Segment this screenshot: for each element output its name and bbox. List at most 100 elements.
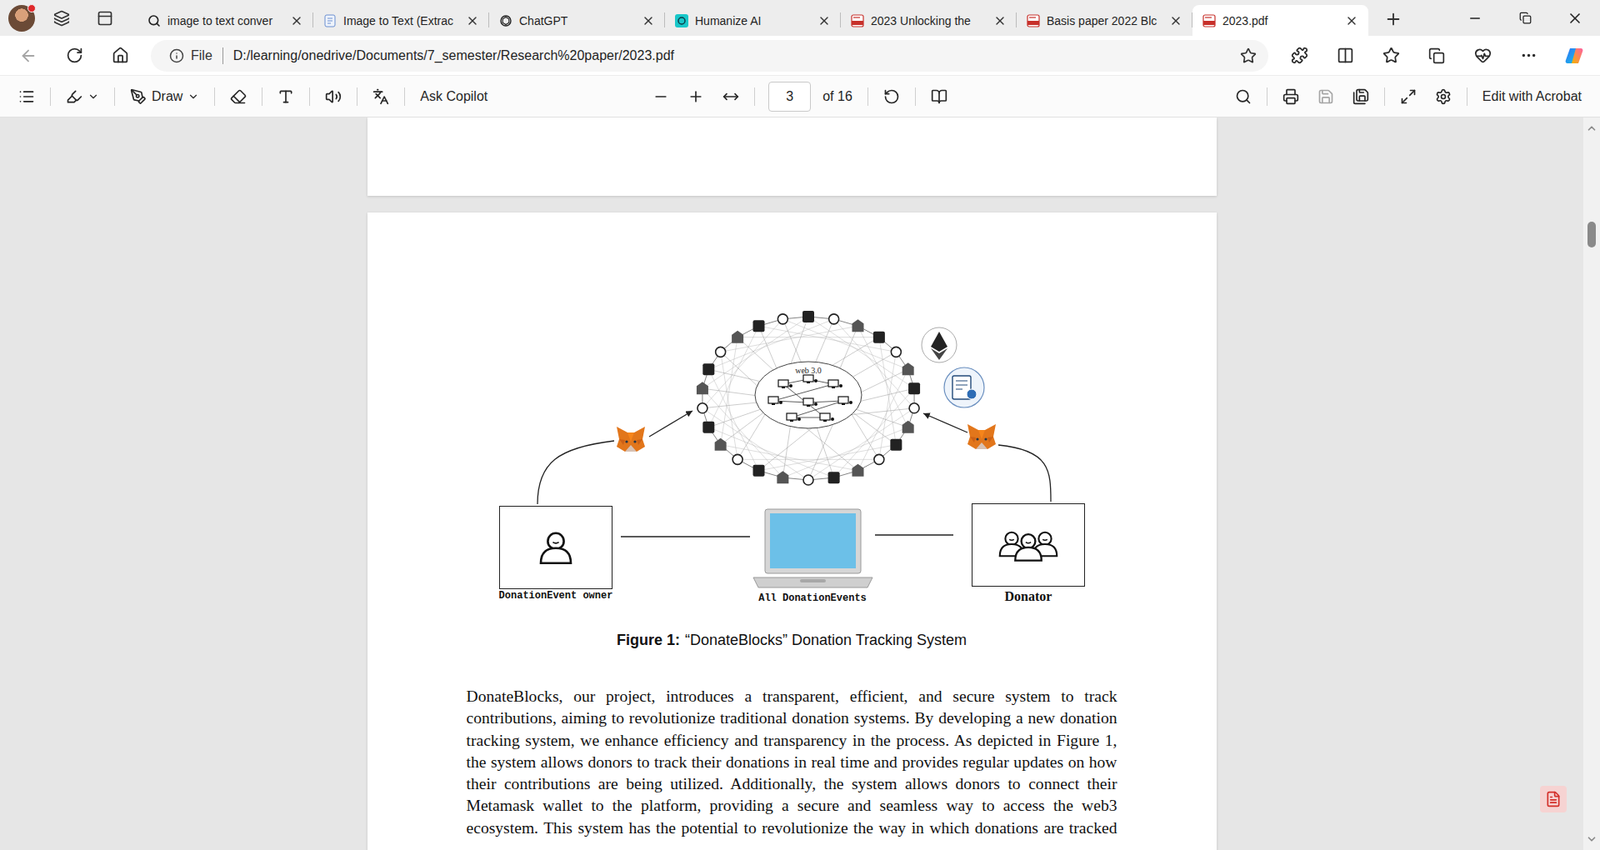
home-button[interactable] bbox=[103, 40, 137, 71]
profile-avatar[interactable] bbox=[8, 5, 35, 32]
zoom-in-button[interactable] bbox=[680, 82, 711, 111]
pdf-page-previous bbox=[367, 117, 1217, 196]
ask-copilot-button[interactable]: Ask Copilot bbox=[413, 82, 495, 111]
info-icon bbox=[169, 48, 185, 64]
favorite-star-icon[interactable] bbox=[1240, 47, 1257, 65]
pdf-pages: web 3.0DonationEvent ownerAll DonationEv… bbox=[0, 117, 1584, 850]
acrobat-button[interactable] bbox=[1540, 785, 1567, 813]
draw-label: Draw bbox=[151, 89, 183, 105]
browser-tab[interactable]: Image to Text (Extrac bbox=[313, 5, 490, 36]
draw-icon bbox=[130, 88, 147, 105]
browser-tab[interactable]: 2023 Unlocking the bbox=[840, 5, 1017, 36]
text-button[interactable] bbox=[270, 82, 301, 111]
browser-window: image to text conver Image to Text (Extra… bbox=[0, 0, 1600, 850]
back-arrow-icon bbox=[19, 46, 38, 65]
close-icon bbox=[1169, 14, 1183, 28]
pdf-icon bbox=[850, 14, 865, 28]
refresh-button[interactable] bbox=[57, 40, 91, 71]
address-field[interactable]: FileD:/learning/onedrive/Documents/7_sem… bbox=[150, 40, 1269, 72]
minimize-icon bbox=[1467, 10, 1483, 26]
search-icon bbox=[147, 14, 161, 28]
translate-button[interactable] bbox=[365, 82, 396, 111]
owner-box bbox=[499, 505, 613, 590]
pdf-icon bbox=[1026, 14, 1040, 28]
highlight-button[interactable] bbox=[59, 82, 106, 111]
new-tab-button[interactable] bbox=[1376, 4, 1410, 35]
close-icon bbox=[641, 14, 655, 28]
browser-tab[interactable]: Humanize AI bbox=[665, 5, 841, 36]
translate-icon bbox=[372, 88, 390, 105]
list-icon bbox=[18, 88, 35, 105]
tab-label: Image to Text (Extrac bbox=[343, 14, 458, 28]
tab-close-button[interactable] bbox=[1167, 12, 1185, 30]
read-aloud-button[interactable] bbox=[318, 82, 349, 111]
chevron-down-icon bbox=[87, 90, 100, 103]
tab-close-button[interactable] bbox=[288, 12, 305, 30]
close-icon bbox=[1566, 10, 1584, 27]
print-button[interactable] bbox=[1275, 82, 1306, 111]
heart-pulse-icon bbox=[1474, 46, 1492, 65]
ask-copilot-label: Ask Copilot bbox=[420, 89, 488, 105]
close-icon bbox=[465, 14, 480, 28]
back-button[interactable] bbox=[11, 40, 45, 71]
find-button[interactable] bbox=[1228, 82, 1259, 111]
close-icon bbox=[993, 14, 1007, 28]
page-number-input[interactable]: 3 bbox=[768, 81, 811, 112]
favorites-button[interactable] bbox=[1374, 40, 1408, 71]
browser-tab[interactable]: ChatGPT bbox=[489, 5, 665, 36]
edit-with-acrobat-button[interactable]: Edit with Acrobat bbox=[1475, 82, 1589, 111]
tab-close-button[interactable] bbox=[815, 12, 833, 30]
tab-actions-button[interactable] bbox=[88, 4, 122, 33]
save-as-button[interactable] bbox=[1345, 82, 1376, 111]
pdf-icon bbox=[1202, 14, 1216, 28]
pdf-toolbar: DrawAsk Copilot3of 16Edit with Acrobat bbox=[0, 75, 1600, 118]
zoom-out-button[interactable] bbox=[645, 82, 676, 111]
zoom-in-icon bbox=[687, 88, 705, 105]
rotate-button[interactable] bbox=[876, 82, 907, 111]
url-text: D:/learning/onedrive/Documents/7_semeste… bbox=[233, 48, 1234, 64]
fullscreen-button[interactable] bbox=[1393, 82, 1424, 111]
copilot-icon[interactable] bbox=[1564, 45, 1585, 66]
more-button[interactable] bbox=[1511, 40, 1545, 71]
performance-button[interactable] bbox=[1465, 40, 1500, 71]
body-paragraph: DonateBlocks, our project, introduces a … bbox=[466, 685, 1118, 840]
figure-title: “DonateBlocks” Donation Tracking System bbox=[685, 631, 967, 649]
collections-button[interactable] bbox=[1420, 40, 1454, 71]
tab-actions-icon bbox=[96, 10, 114, 27]
tab-close-button[interactable] bbox=[1343, 12, 1360, 30]
close-icon bbox=[1345, 14, 1359, 28]
browser-tab[interactable]: 2023.pdf bbox=[1192, 5, 1369, 36]
save-button[interactable] bbox=[1310, 82, 1341, 111]
scroll-down-icon[interactable] bbox=[1585, 833, 1598, 845]
scroll-thumb[interactable] bbox=[1587, 221, 1596, 248]
tab-close-button[interactable] bbox=[640, 12, 657, 30]
extensions-button[interactable] bbox=[1282, 40, 1316, 71]
browser-tab[interactable]: image to text conver bbox=[137, 5, 314, 36]
scroll-up-icon[interactable] bbox=[1585, 122, 1598, 135]
window-controls bbox=[1450, 0, 1600, 36]
contents-button[interactable] bbox=[11, 82, 42, 111]
erase-button[interactable] bbox=[223, 82, 254, 111]
fullscreen-icon bbox=[1400, 88, 1417, 105]
address-row: FileD:/learning/onedrive/Documents/7_sem… bbox=[0, 35, 1600, 75]
workspaces-button[interactable] bbox=[45, 4, 79, 33]
donation-system-diagram: web 3.0DonationEvent ownerAll DonationEv… bbox=[491, 304, 1092, 613]
search-icon bbox=[1235, 88, 1252, 105]
close-icon bbox=[290, 14, 304, 28]
workspaces-icon bbox=[53, 10, 70, 27]
pdf-tools-left: Draw Ask Copilot bbox=[0, 82, 635, 111]
browser-tab[interactable]: Basis paper 2022 Blc bbox=[1016, 5, 1193, 36]
split-screen-button[interactable] bbox=[1328, 40, 1362, 71]
fit-width-button[interactable] bbox=[715, 82, 746, 111]
tab-strip: image to text conver Image to Text (Extra… bbox=[0, 0, 1600, 36]
page-view-button[interactable] bbox=[924, 82, 955, 111]
tab-close-button[interactable] bbox=[464, 12, 481, 30]
close-window-button[interactable] bbox=[1550, 0, 1600, 36]
tab-close-button[interactable] bbox=[991, 12, 1009, 30]
draw-button[interactable]: Draw bbox=[123, 82, 206, 111]
minimize-button[interactable] bbox=[1450, 0, 1500, 36]
settings-button[interactable] bbox=[1428, 82, 1459, 111]
vertical-scrollbar[interactable] bbox=[1583, 117, 1600, 850]
copilot-button[interactable] bbox=[1557, 40, 1591, 71]
restore-button[interactable] bbox=[1500, 0, 1550, 36]
